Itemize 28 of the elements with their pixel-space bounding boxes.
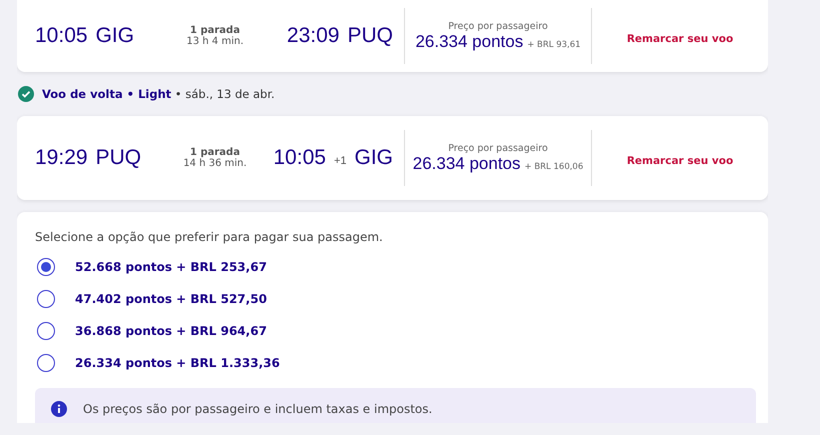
arrival-airport: GIG <box>354 146 393 170</box>
return-flight-heading: Voo de volta • Light • sáb., 13 de abr. <box>42 87 275 101</box>
points-price: 26.334 pontos <box>412 154 520 174</box>
points-price: 26.334 pontos <box>415 32 524 52</box>
departure-time: 19:29 <box>35 146 88 170</box>
cash-price: + BRL 160,06 <box>524 162 584 172</box>
flight-duration: 13 h 4 min. <box>186 36 244 47</box>
stops-label: 1 parada <box>190 25 240 36</box>
arrival-time: 23:09 <box>286 24 340 48</box>
departure-airport: PUQ <box>96 146 142 170</box>
arrival-time: 10:05 <box>273 146 326 170</box>
stops-label: 1 parada <box>190 147 240 158</box>
departure-airport: GIG <box>96 24 134 48</box>
info-text: Os preços são por passageiro e incluem taxas e impostos. <box>83 402 432 416</box>
price-label: Preço por passageiro <box>448 20 548 32</box>
departure-time: 10:05 <box>35 24 88 48</box>
payment-option-label[interactable]: 36.868 pontos + BRL 964,67 <box>75 324 267 338</box>
rebook-link[interactable]: Remarcar seu voo <box>626 154 734 166</box>
cash-price: + BRL 93,61 <box>527 40 581 50</box>
payment-instruction: Selecione a opção que preferir para pagar sua passagem. <box>35 230 384 244</box>
price-label: Preço por passageiro <box>448 142 548 154</box>
rebook-link[interactable]: Remarcar seu voo <box>626 32 734 44</box>
day-offset: +1 <box>334 155 346 167</box>
payment-option-label[interactable]: 47.402 pontos + BRL 527,50 <box>75 292 267 306</box>
arrival-airport: PUQ <box>347 24 393 48</box>
payment-option-label[interactable]: 26.334 pontos + BRL 1.333,36 <box>75 356 280 370</box>
flight-duration: 14 h 36 min. <box>183 158 247 169</box>
payment-option-label[interactable]: 52.668 pontos + BRL 253,67 <box>75 260 267 274</box>
